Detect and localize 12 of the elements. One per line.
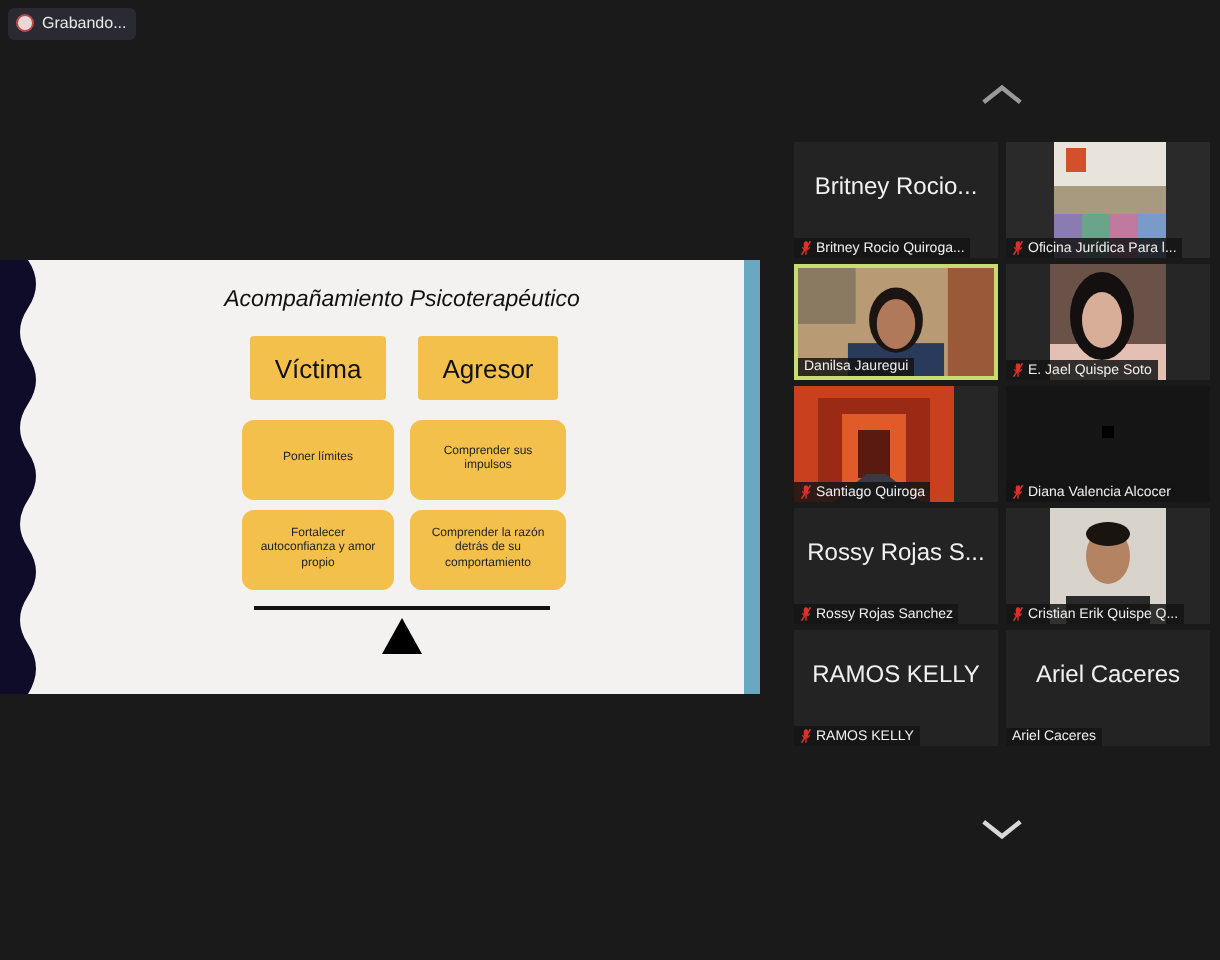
participant-name: Rossy Rojas S... bbox=[807, 538, 985, 566]
heading-card: Víctima bbox=[250, 336, 386, 400]
recording-label: Grabando... bbox=[42, 14, 127, 32]
participant-name: Ariel Caceres bbox=[1035, 660, 1181, 688]
scroll-up-icon[interactable] bbox=[980, 84, 1024, 106]
slide-title: Acompañamiento Psicoterapéutico bbox=[224, 288, 580, 312]
scroll-down-icon[interactable] bbox=[980, 818, 1024, 840]
recording-indicator[interactable]: Grabando... bbox=[8, 7, 137, 39]
participant-name: Britney Rocio... bbox=[814, 172, 978, 200]
heading-card: Agresor bbox=[418, 336, 558, 400]
participant-name: RAMOS KELLY bbox=[812, 660, 980, 688]
record-icon bbox=[18, 16, 32, 30]
